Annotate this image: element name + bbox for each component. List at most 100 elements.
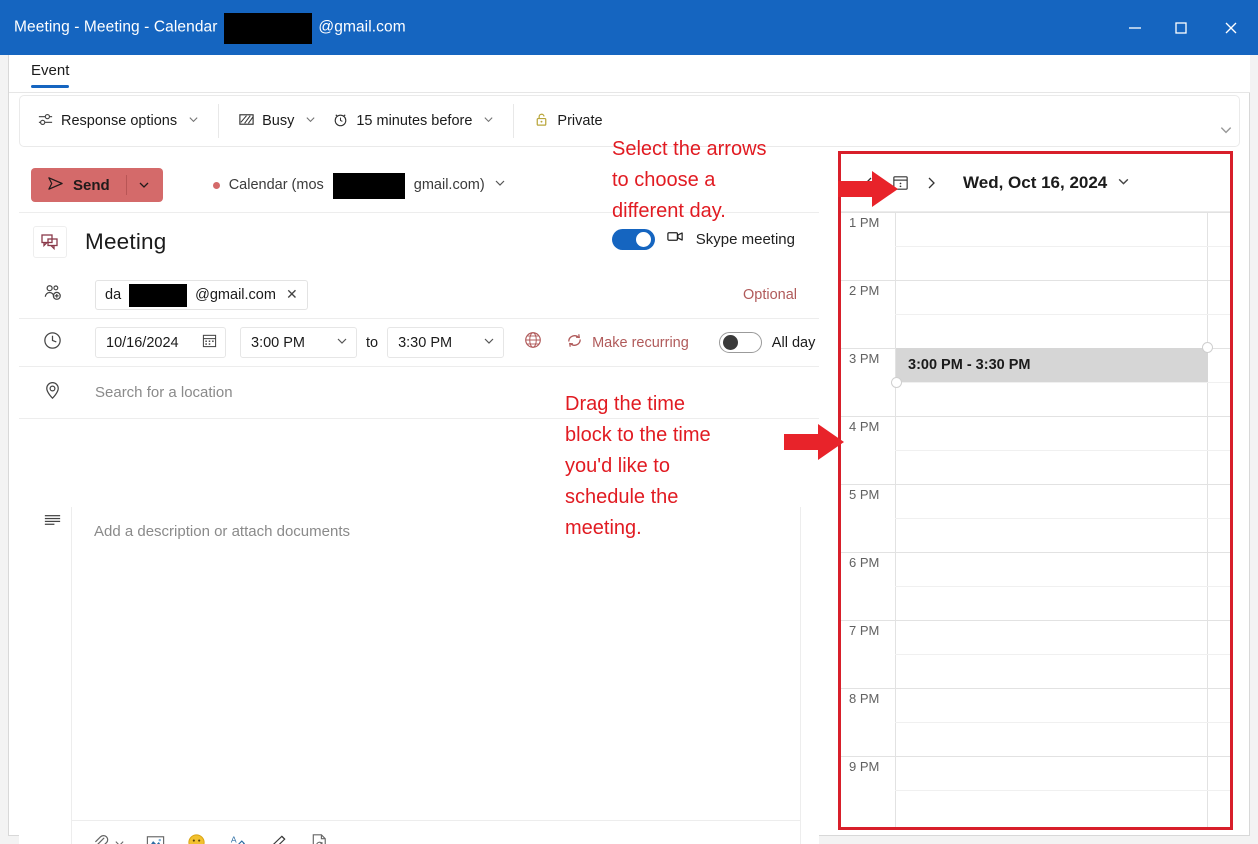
busy-status-button[interactable]: Busy	[230, 105, 324, 138]
optional-attendees-link[interactable]: Optional	[743, 287, 797, 303]
calendar-picker-prefix: Calendar (mos	[228, 177, 324, 193]
annotation-arrow-bottom	[784, 421, 846, 468]
tab-active-underline	[31, 85, 70, 88]
calendar-picker[interactable]: Calendar (mos gmail.com)	[212, 172, 506, 199]
datetime-row: 10/16/2024 3:00 PM to 3:30 PM Make recur…	[19, 319, 819, 367]
attendee-prefix: da	[105, 286, 122, 303]
highlighter-button[interactable]: A	[227, 832, 248, 844]
calendar-hour-row[interactable]: 4 PM	[841, 416, 1230, 484]
recurring-icon	[565, 331, 584, 354]
send-button[interactable]: Send	[31, 168, 163, 202]
insert-document-icon	[309, 832, 330, 844]
chevron-down-icon[interactable]	[114, 836, 125, 844]
hour-label: 5 PM	[849, 487, 880, 502]
attach-file-button[interactable]	[91, 833, 125, 844]
ribbon-group-response: Response options	[20, 96, 216, 146]
send-arrow-icon	[47, 175, 64, 196]
start-date-input[interactable]: 10/16/2024	[95, 327, 226, 358]
title-bar: Meeting - Meeting - Calendar @gmail.com	[0, 0, 1258, 55]
calendar-hour-row[interactable]: 8 PM	[841, 688, 1230, 756]
hour-label: 7 PM	[849, 623, 880, 638]
tab-event-label: Event	[31, 62, 70, 79]
half-hour-gridline	[895, 722, 1230, 723]
make-recurring-button[interactable]: Make recurring	[565, 331, 689, 354]
clock-icon	[42, 330, 63, 356]
minimize-button[interactable]	[1112, 0, 1158, 55]
emoji-button[interactable]	[186, 832, 207, 844]
chevron-down-icon	[305, 113, 316, 129]
description-input[interactable]: Add a description or attach documents	[94, 523, 350, 540]
calendar-hour-row[interactable]: 6 PM	[841, 552, 1230, 620]
calendar-picker-icon[interactable]	[202, 333, 217, 352]
busy-status-icon	[238, 111, 255, 132]
half-hour-gridline	[895, 450, 1230, 451]
all-day-label: All day	[771, 334, 816, 351]
tab-event[interactable]: Event	[21, 59, 79, 88]
location-input[interactable]: Search for a location	[95, 384, 233, 401]
add-people-icon	[42, 282, 63, 308]
skype-camera-icon	[666, 227, 685, 251]
half-hour-gridline	[895, 246, 1230, 247]
ribbon-separator	[218, 104, 220, 138]
svg-text:A: A	[231, 834, 237, 844]
ribbon-expand-button[interactable]	[1219, 123, 1233, 142]
hour-gridline	[841, 416, 1230, 417]
ribbon-tab-strip: Event	[9, 55, 1250, 93]
redacted-attendee-email	[129, 284, 188, 307]
remove-attendee-icon[interactable]: ✕	[286, 286, 298, 303]
ribbon-group-status: Busy 15 minutes before	[221, 96, 511, 146]
start-time-select[interactable]: 3:00 PM	[240, 327, 357, 358]
chevron-down-icon	[483, 113, 494, 129]
insert-document-button[interactable]	[309, 832, 330, 844]
private-label: Private	[557, 113, 603, 129]
private-button[interactable]: Private	[525, 105, 610, 138]
calendar-hour-row[interactable]: 2 PM	[841, 280, 1230, 348]
hour-gridline	[841, 484, 1230, 485]
description-toolbar: A	[72, 820, 800, 844]
response-options-label: Response options	[61, 113, 178, 129]
timezone-globe-icon[interactable]	[523, 330, 543, 355]
half-hour-gridline	[895, 586, 1230, 587]
half-hour-gridline	[895, 382, 1230, 383]
attendee-chip[interactable]: da @gmail.com ✕	[95, 279, 308, 310]
draw-pen-button[interactable]	[268, 832, 289, 844]
calendar-hour-row[interactable]: 9 PM	[841, 756, 1230, 824]
all-day-toggle[interactable]	[718, 332, 762, 353]
end-time-value: 3:30 PM	[398, 334, 453, 351]
hour-label: 8 PM	[849, 691, 880, 706]
chevron-down-icon	[1117, 173, 1130, 193]
maximize-button[interactable]	[1158, 0, 1204, 55]
insert-picture-button[interactable]	[145, 832, 166, 844]
ribbon-separator	[513, 104, 515, 138]
start-time-value: 3:00 PM	[251, 334, 305, 351]
annotation-choose-day: Select the arrows to choose a different …	[612, 138, 767, 222]
busy-status-label: Busy	[262, 113, 295, 129]
response-options-button[interactable]: Response options	[29, 105, 207, 138]
event-resize-handle-bottom[interactable]	[891, 377, 902, 388]
attendees-row: da @gmail.com ✕ Optional	[19, 271, 819, 319]
close-button[interactable]	[1204, 0, 1258, 55]
emoji-icon	[186, 832, 207, 844]
reminder-clock-icon	[332, 111, 349, 132]
skype-meeting-toggle[interactable]	[611, 228, 655, 250]
calendar-hour-row[interactable]: 1 PM	[841, 212, 1230, 280]
hour-label: 3 PM	[849, 351, 880, 366]
send-options-chevron[interactable]	[127, 179, 161, 191]
calendar-hour-row[interactable]: 7 PM	[841, 620, 1230, 688]
hour-label: 4 PM	[849, 419, 880, 434]
location-gutter	[33, 380, 71, 406]
highlighter-icon: A	[227, 832, 248, 844]
calendar-color-dot	[212, 181, 220, 189]
calendar-event-block[interactable]: 3:00 PM - 3:30 PM	[891, 342, 1213, 388]
end-time-select[interactable]: 3:30 PM	[387, 327, 505, 358]
send-button-main[interactable]: Send	[33, 175, 126, 196]
next-day-button[interactable]	[917, 169, 945, 197]
calendar-hour-row[interactable]: 5 PM	[841, 484, 1230, 552]
calendar-date-picker[interactable]: Wed, Oct 16, 2024	[963, 173, 1130, 193]
calendar-day-grid[interactable]: 1 PM 2 PM 3 PM 4 PM 5 PM 6 PM 7 PM 8 PM 9 PM 3:00…	[841, 212, 1230, 827]
reminder-button[interactable]: 15 minutes before	[324, 105, 502, 138]
event-resize-handle-top[interactable]	[1202, 342, 1213, 353]
response-options-icon	[37, 111, 54, 132]
subject-input[interactable]: Meeting	[85, 229, 166, 255]
start-date-value: 10/16/2024	[106, 334, 179, 351]
